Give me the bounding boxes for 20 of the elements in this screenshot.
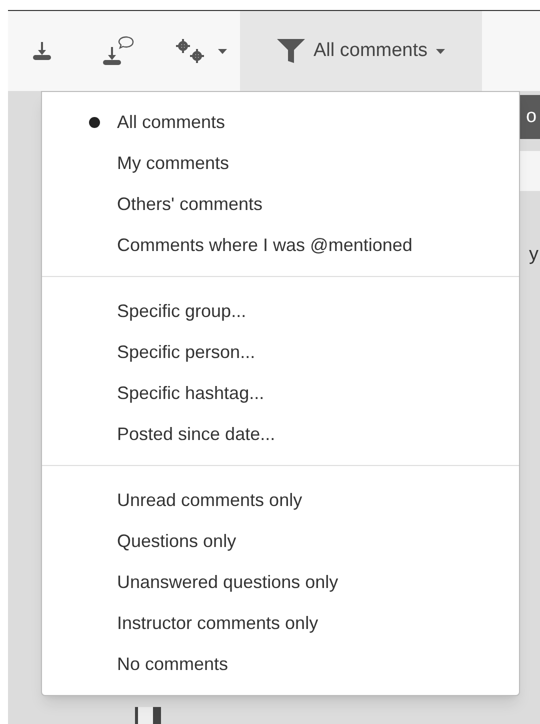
menu-item[interactable]: Instructor comments only xyxy=(117,610,318,637)
filter-button[interactable]: All comments xyxy=(240,11,482,91)
menu-item[interactable]: All comments xyxy=(117,109,226,136)
download-speech-bubble-icon xyxy=(102,36,134,66)
menu-item[interactable]: My comments xyxy=(117,150,230,177)
menu-item[interactable]: Comments where I was @mentioned xyxy=(117,232,412,259)
menu-item[interactable]: Others' comments xyxy=(117,191,262,218)
menu-item[interactable]: Questions only xyxy=(117,528,236,555)
menu-item[interactable]: Specific person... xyxy=(117,339,256,366)
menu-item[interactable]: Unanswered questions only xyxy=(117,569,338,596)
menu-item[interactable]: Specific hashtag... xyxy=(117,380,264,407)
body-text: y xyxy=(529,243,538,267)
download-icon xyxy=(32,41,52,61)
caret-icon xyxy=(218,48,226,54)
menu-item[interactable]: Posted since date... xyxy=(117,421,276,448)
menu-item[interactable]: Specific group... xyxy=(117,298,246,325)
menu-item[interactable]: Unread comments only xyxy=(117,487,302,514)
filter-icon xyxy=(277,39,306,63)
caret-icon xyxy=(436,48,445,54)
menu-item[interactable]: No comments xyxy=(117,651,228,678)
